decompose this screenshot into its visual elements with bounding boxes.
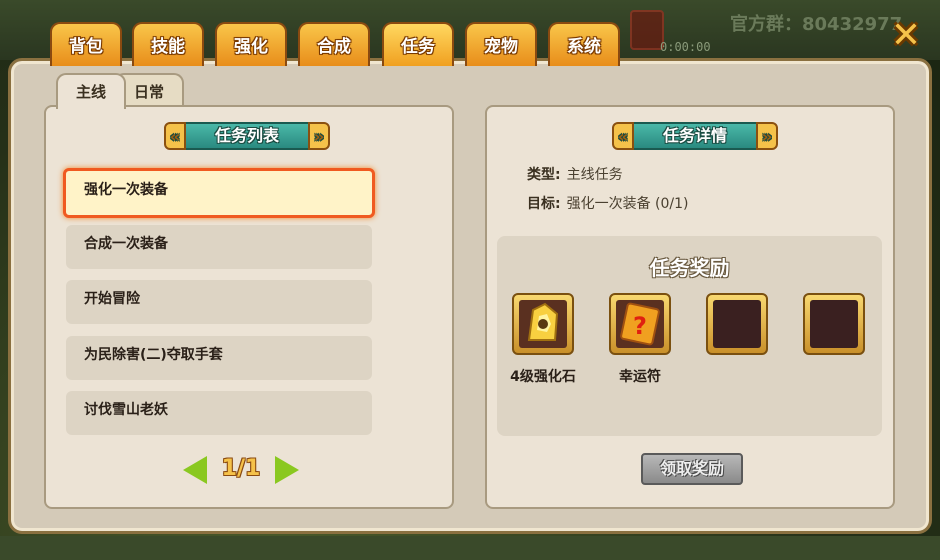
tab-tasks[interactable]: 任务: [382, 22, 454, 66]
reward-title: 任务奖励: [649, 256, 730, 280]
reward-slot[interactable]: ?: [609, 293, 671, 355]
quest-item[interactable]: 讨伐雪山老妖: [66, 391, 372, 435]
chevron-left-icon: «: [164, 122, 186, 150]
goal-label: 目标:: [527, 196, 561, 212]
quest-detail-title: 任务详情: [662, 126, 727, 145]
bottom-strip: [0, 536, 940, 560]
prev-page-icon[interactable]: [183, 456, 207, 484]
timer-text: 0:00:00: [660, 40, 711, 54]
subtab-main[interactable]: 主线: [56, 73, 126, 109]
reward-slot[interactable]: [512, 293, 574, 355]
tab-system[interactable]: 系统: [548, 22, 620, 66]
quest-item[interactable]: 为民除害(二)夺取手套: [66, 336, 372, 380]
quest-item[interactable]: 开始冒险: [66, 280, 372, 324]
type-value: 主线任务: [566, 167, 623, 183]
empty-slot-icon: [810, 300, 858, 348]
goal-value: 强化一次装备 (0/1): [566, 196, 689, 212]
tab-skills[interactable]: 技能: [132, 22, 204, 66]
tab-craft[interactable]: 合成: [298, 22, 370, 66]
empty-slot-icon: [713, 300, 761, 348]
claim-reward-button[interactable]: 领取奖励: [641, 453, 743, 485]
pager: 1/1: [183, 456, 299, 486]
chevron-right-icon: »: [756, 122, 778, 150]
quest-list-banner: « 任务列表 »: [164, 122, 330, 150]
next-page-icon[interactable]: [275, 456, 299, 484]
chevron-right-icon: »: [308, 122, 330, 150]
strengthen-stone-icon: [519, 300, 567, 348]
quest-detail-banner: « 任务详情 »: [612, 122, 778, 150]
reward-label: 4级强化石: [510, 369, 576, 385]
svg-text:?: ?: [633, 312, 647, 340]
tab-pets[interactable]: 宠物: [465, 22, 537, 66]
reward-slot-empty[interactable]: [706, 293, 768, 355]
quest-item[interactable]: 合成一次装备: [66, 225, 372, 269]
quest-list-title: 任务列表: [214, 126, 279, 145]
page-indicator: 1/1: [221, 456, 261, 481]
reward-box: 任务奖励 4级强化石 ? 幸运符: [497, 236, 882, 436]
type-label: 类型:: [527, 167, 561, 183]
official-group-text: 官方群：80432977: [730, 14, 903, 35]
tab-strengthen[interactable]: 强化: [215, 22, 287, 66]
quest-item[interactable]: 强化一次装备: [63, 168, 375, 218]
lucky-charm-icon: ?: [616, 300, 664, 348]
quest-goal-row: 目标: 强化一次装备 (0/1): [527, 193, 689, 213]
tab-bag[interactable]: 背包: [50, 22, 122, 66]
quest-type-row: 类型: 主线任务: [527, 164, 623, 184]
gift-icon[interactable]: [630, 10, 664, 50]
reward-slot-empty[interactable]: [803, 293, 865, 355]
reward-label: 幸运符: [619, 369, 661, 385]
chevron-left-icon: «: [612, 122, 634, 150]
close-x-icon[interactable]: ✕: [888, 18, 924, 54]
